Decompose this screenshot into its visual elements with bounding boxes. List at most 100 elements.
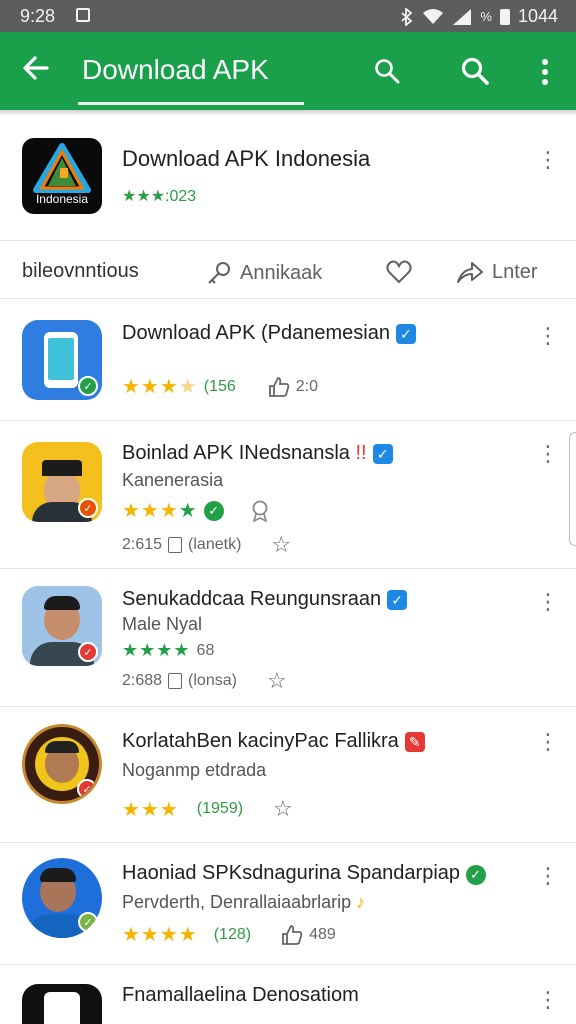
more-options-icon[interactable]: ⋮: [537, 443, 559, 465]
rating-stars: ★★★★: [122, 376, 198, 398]
list-item[interactable]: ✓ KorlatahBen kacinyPac Fallikra ✎ Noganm…: [0, 706, 576, 842]
more-options-icon[interactable]: [540, 58, 550, 91]
app-meta: 2:0: [295, 377, 319, 395]
copy-icon: [168, 537, 183, 553]
check-icon: ✓: [78, 376, 98, 396]
search-underline: [78, 102, 304, 105]
action-label: bileovnntious: [22, 260, 139, 282]
verified-badge-icon: ✓: [465, 865, 486, 885]
verified-badge-icon: ✎: [404, 731, 425, 752]
app-rating: ★★★ (1959) ☆: [122, 796, 293, 822]
action-bar: bileovnntious Annikaak Lnter: [0, 242, 576, 298]
star-outline-icon[interactable]: ☆: [267, 668, 287, 694]
rating-stars: ★★★★: [122, 500, 198, 522]
app-subtitle: Male Nyal: [122, 614, 203, 634]
badge-icon: ✓: [77, 779, 97, 799]
badge-icon: ✓: [78, 498, 98, 518]
app-subtitle: Kanenerasia: [122, 470, 224, 490]
star-outline-icon[interactable]: ☆: [271, 532, 291, 558]
header-app-rating: ★★★:023: [122, 188, 197, 205]
app-rating: ★★★★ 68: [122, 640, 214, 661]
rating-count: 68: [196, 641, 215, 659]
app-icon: ✓: [22, 858, 102, 938]
badge-icon: ✓: [78, 642, 98, 662]
more-options-icon[interactable]: ⋮: [537, 865, 559, 887]
app-title: Boinlad APK INedsnansla !! ✓: [122, 442, 393, 465]
header-app-icon-label: Indonesia: [35, 192, 89, 206]
list-item[interactable]: ✓ Senukaddcaa Reungunsraan ✓ Male Nyal ★★…: [0, 568, 576, 706]
app-icon: ✓: [22, 586, 102, 666]
app-title: Fnamallaelina Denosatiom: [122, 984, 359, 1006]
share-icon: [457, 262, 483, 283]
status-time: 9:28: [20, 6, 56, 26]
app-bar-shadow: [0, 110, 576, 116]
app-icon: ✓: [22, 442, 102, 522]
rating-count: (1959): [196, 800, 244, 817]
bluetooth-icon: [401, 7, 413, 26]
more-options-icon[interactable]: ⋮: [537, 325, 559, 347]
verified-badge-icon: ✓: [395, 323, 416, 344]
rating-stars: ★★★★: [122, 924, 198, 946]
action-tab[interactable]: bileovnntious: [22, 260, 139, 283]
app-icon: [22, 984, 102, 1024]
action-label: Lnter: [492, 260, 538, 283]
header-app-icon[interactable]: Indonesia: [22, 138, 102, 214]
page-title: Download APK: [82, 54, 269, 85]
divider: [0, 240, 576, 241]
award-icon: [252, 500, 268, 522]
scrollbar[interactable]: [569, 432, 576, 546]
rating-stars: ★★★★: [122, 640, 191, 660]
app-title: Haoniad SPKsdnagurina Spandarpiap ✓: [122, 862, 486, 885]
check-icon: ✓: [78, 912, 98, 932]
notification-icon: [76, 8, 90, 22]
app-meta: 2:615 (lanetk) ☆: [122, 532, 292, 558]
action-tab[interactable]: Lnter: [456, 260, 538, 284]
app-meta: 2:688 (lonsa) ☆: [122, 668, 287, 694]
verified-badge-icon: ✓: [372, 443, 393, 464]
more-options-icon[interactable]: ⋮: [537, 731, 559, 753]
rating-count: (128): [213, 925, 252, 943]
app-title: KorlatahBen kacinyPac Fallikra ✎: [122, 730, 425, 753]
app-title: Download APK (Pdanemesian ✓: [122, 322, 416, 345]
app-meta: 489: [309, 925, 336, 943]
key-icon: [208, 262, 230, 284]
app-bar: Download APK: [0, 32, 576, 110]
rating-count: (156: [203, 377, 236, 395]
app-title: Senukaddcaa Reungunsraan ✓: [122, 588, 408, 611]
signal-icon: [453, 8, 472, 25]
search-icon[interactable]: [374, 58, 400, 89]
app-icon: ✓: [22, 724, 102, 804]
more-options-icon[interactable]: ⋮: [537, 591, 559, 613]
app-icon: ✓: [22, 320, 102, 400]
star-outline-icon[interactable]: ☆: [273, 796, 293, 822]
data-icon: %: [480, 9, 492, 24]
header-app-title: Download APK Indonesia: [122, 146, 371, 171]
check-icon: ✓: [203, 500, 224, 521]
list-item[interactable]: Fnamallaelina Denosatiom ⋮: [0, 964, 576, 1024]
battery-icon: [499, 8, 510, 25]
back-arrow-icon[interactable]: [22, 54, 50, 88]
rating-stars: ★★★: [122, 798, 179, 821]
action-label: Annikaak: [240, 261, 323, 284]
app-rating: ★★★★ (156 2:0: [122, 374, 318, 399]
thumbs-up-icon: [282, 924, 303, 945]
copy-icon: [168, 673, 183, 689]
app-subtitle: Noganmp etdrada: [122, 760, 267, 780]
heart-icon: [386, 260, 412, 284]
more-options-icon[interactable]: ⋮: [537, 149, 559, 171]
wifi-icon: [423, 8, 444, 24]
favorite-button[interactable]: [386, 260, 412, 284]
search-icon[interactable]: [460, 56, 490, 91]
battery-level: 1044: [517, 6, 558, 26]
app-rating: ★★★★ ✓: [122, 498, 270, 523]
more-options-icon[interactable]: ⋮: [537, 989, 559, 1011]
status-bar: 9:28 % 1044: [0, 0, 576, 32]
thumbs-up-icon: [268, 376, 289, 397]
list-item[interactable]: ✓ Haoniad SPKsdnagurina Spandarpiap ✓ Pe…: [0, 842, 576, 964]
app-subtitle: Pervderth, Denrallaiaabrlarip ♪: [122, 892, 366, 912]
app-rating: ★★★★ (128) 489: [122, 922, 336, 947]
action-tab[interactable]: Annikaak: [206, 260, 322, 286]
list-item[interactable]: ✓ Download APK (Pdanemesian ✓ ★★★★ (156 2…: [0, 298, 576, 420]
list-item[interactable]: ✓ Boinlad APK INedsnansla !! ✓ Kanenerasi…: [0, 420, 576, 568]
verified-badge-icon: ✓: [387, 589, 408, 610]
